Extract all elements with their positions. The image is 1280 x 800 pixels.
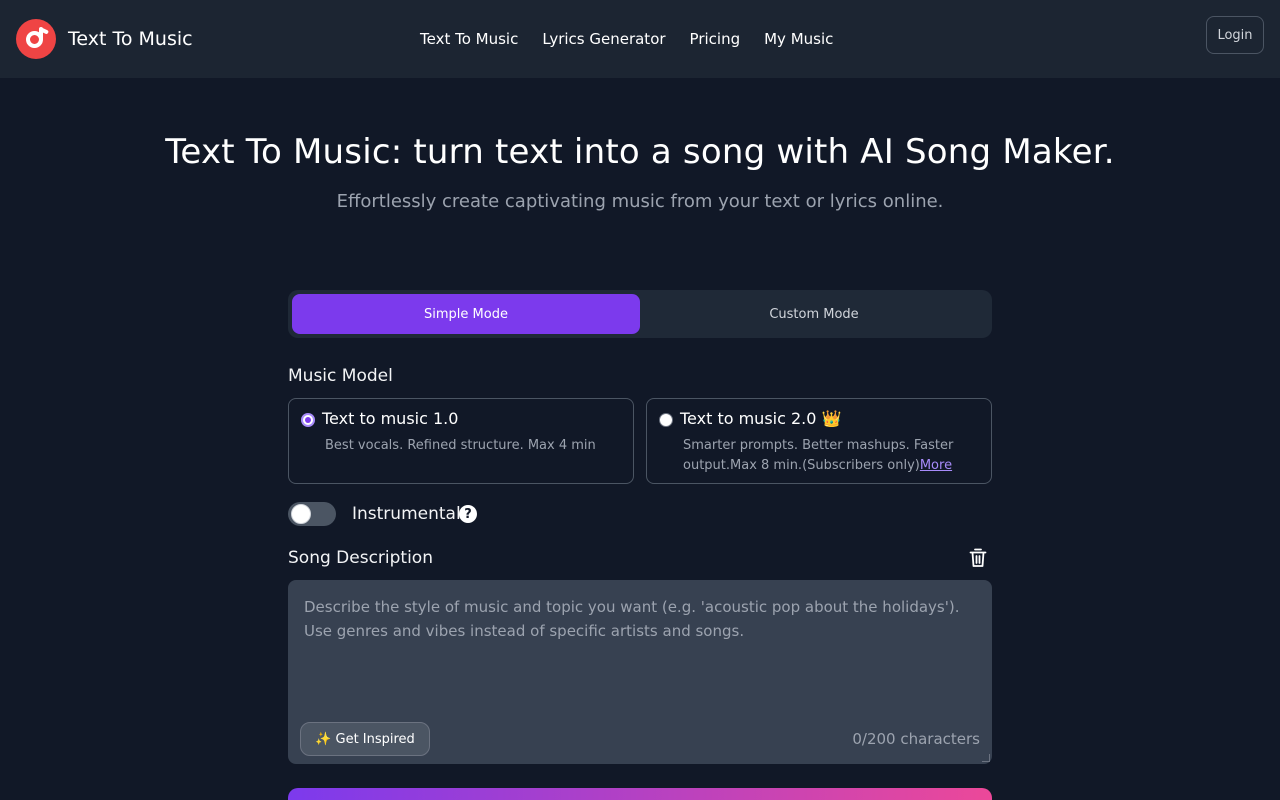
tab-custom-mode[interactable]: Custom Mode	[640, 294, 988, 334]
brand[interactable]: Text To Music	[16, 19, 193, 59]
music-note-logo-icon	[16, 19, 56, 59]
question-help-icon[interactable]: ?	[459, 505, 477, 523]
top-header: Text To Music Text To Music Lyrics Gener…	[0, 0, 1280, 78]
nav-text-to-music[interactable]: Text To Music	[420, 29, 518, 49]
main-nav: Text To Music Lyrics Generator Pricing M…	[408, 29, 845, 49]
resize-handle-icon[interactable]	[982, 754, 990, 762]
model-option-1[interactable]: Text to music 1.0 Best vocals. Refined s…	[288, 398, 634, 484]
more-link[interactable]: More	[920, 458, 952, 473]
model-option-description: Best vocals. Refined structure. Max 4 mi…	[325, 438, 596, 453]
song-description-label: Song Description	[288, 548, 433, 568]
page-title: Text To Music: turn text into a song wit…	[165, 132, 1115, 172]
song-description-box: ✨ Get Inspired 0/200 characters	[288, 580, 992, 764]
login-button[interactable]: Login	[1206, 16, 1264, 54]
model-option-2[interactable]: Text to music 2.0 👑 Smarter prompts. Bet…	[646, 398, 992, 484]
create-button[interactable]	[288, 788, 992, 800]
model-2-radio[interactable]	[659, 413, 673, 427]
model-option-title: Text to music 2.0 👑	[680, 409, 842, 428]
mode-tabs: Simple Mode Custom Mode	[288, 290, 992, 338]
model-option-description-text: Smarter prompts. Better mashups. Faster …	[683, 438, 954, 473]
instrumental-label: Instrumental	[352, 504, 461, 524]
nav-lyrics-generator[interactable]: Lyrics Generator	[542, 29, 665, 49]
page-subtitle: Effortlessly create captivating music fr…	[336, 191, 944, 212]
nav-pricing[interactable]: Pricing	[690, 29, 741, 49]
music-model-label: Music Model	[288, 366, 393, 386]
brand-name: Text To Music	[68, 28, 193, 50]
character-count: 0/200 characters	[852, 730, 980, 748]
instrumental-toggle[interactable]	[288, 502, 336, 526]
model-1-radio[interactable]	[301, 413, 315, 427]
tab-simple-mode[interactable]: Simple Mode	[292, 294, 640, 334]
trash-icon[interactable]	[969, 548, 987, 568]
get-inspired-button[interactable]: ✨ Get Inspired	[300, 722, 430, 756]
toggle-knob	[291, 504, 311, 524]
model-option-description: Smarter prompts. Better mashups. Faster …	[683, 436, 983, 476]
nav-my-music[interactable]: My Music	[764, 29, 833, 49]
model-option-title: Text to music 1.0	[322, 409, 459, 428]
